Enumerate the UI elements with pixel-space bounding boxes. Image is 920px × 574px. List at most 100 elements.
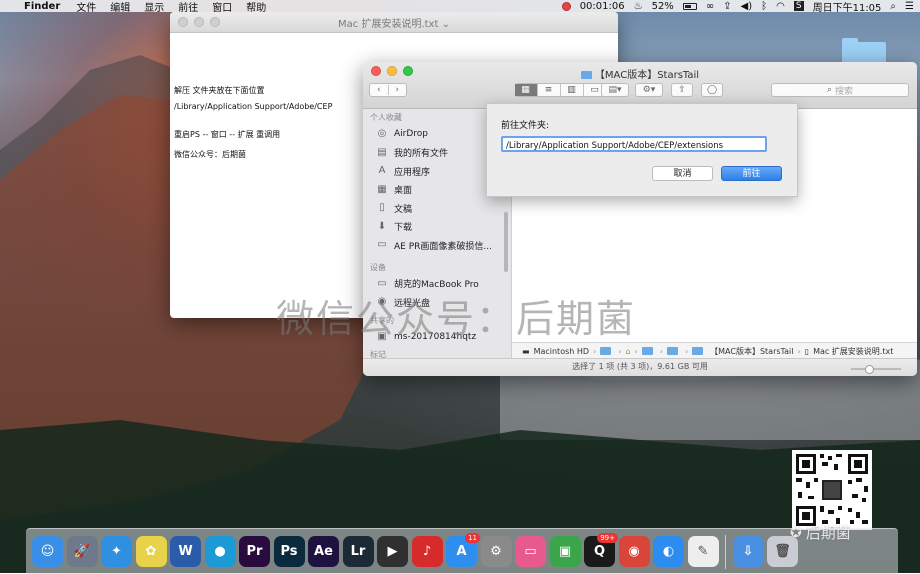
desktop-icon: ▦: [377, 183, 387, 195]
app-store-icon[interactable]: A 11: [446, 533, 480, 567]
tag-button[interactable]: ◯: [701, 83, 723, 97]
finder-icon[interactable]: ☺: [32, 536, 63, 567]
dock-glyph: ◐: [662, 544, 675, 559]
menu-window[interactable]: 窗口: [212, 0, 232, 14]
textedit-title: Mac 扩展安装说明.txt: [338, 18, 439, 30]
user-badge[interactable]: S: [793, 1, 804, 11]
bluetooth-icon[interactable]: ᛒ: [761, 1, 767, 12]
folder-icon: [692, 347, 704, 355]
arrange-icon: ▤▾: [608, 85, 622, 95]
creative-cloud-icon[interactable]: ∞: [706, 1, 714, 12]
menu-view[interactable]: 显示: [144, 0, 164, 14]
zoom-button[interactable]: [210, 17, 220, 27]
path-item[interactable]: 【MAC版本】StarsTail: [710, 346, 793, 357]
menu-help[interactable]: 帮助: [246, 0, 266, 14]
photos-icon[interactable]: ✿: [135, 536, 167, 567]
back-forward-control[interactable]: ‹ ›: [369, 83, 407, 97]
sidebar-item-documents[interactable]: ▯ 文稿: [363, 199, 511, 218]
dock-glyph: ◉: [628, 544, 640, 559]
status-bar: 选择了 1 项 (共 3 项)，9.61 GB 可用: [363, 358, 917, 376]
launchpad-icon[interactable]: 🚀: [66, 536, 98, 567]
dock-glyph: ✦: [111, 544, 122, 559]
dock-glyph: ▭: [524, 544, 537, 559]
icon-size-slider[interactable]: [851, 365, 901, 374]
screen-recorder-icon[interactable]: ●: [204, 536, 236, 567]
word-icon[interactable]: W: [170, 536, 201, 567]
close-button[interactable]: [178, 17, 188, 27]
arrange-button[interactable]: ▤▾: [601, 83, 629, 97]
search-field[interactable]: ⌕ 搜索: [771, 83, 909, 97]
record-icon[interactable]: [561, 1, 571, 11]
path-separator-icon: ›: [593, 346, 597, 356]
spotlight-icon[interactable]: ⌕: [890, 1, 896, 12]
final-cut-icon[interactable]: ▶: [377, 536, 408, 567]
notification-center-icon[interactable]: ☰: [905, 1, 914, 12]
icon-view-icon[interactable]: ▦: [514, 84, 538, 96]
facetime-icon[interactable]: ▣: [549, 536, 581, 567]
upload-icon[interactable]: ⇪: [723, 1, 731, 12]
dock-divider: [725, 534, 726, 569]
chrome-icon[interactable]: ◉: [618, 536, 650, 567]
menu-go[interactable]: 前往: [178, 0, 198, 14]
cancel-button[interactable]: 取消: [652, 166, 713, 181]
menu-edit[interactable]: 编辑: [110, 0, 130, 14]
battery-percent: 52%: [651, 0, 674, 12]
menubar-clock[interactable]: 周日下午11:05: [813, 0, 882, 14]
dock: ☺ 🚀 ✦ ✿ W ● Pr Ps Ae Lr ▶ ♪ A 11 ⚙ ▭ ▣ Q 99+ ◉ ◐ ✎ ⇩ 🗑: [26, 528, 898, 574]
gear-icon: ⚙▾: [642, 85, 656, 95]
after-effects-icon[interactable]: Ae: [308, 536, 339, 567]
textedit-titlebar[interactable]: Mac 扩展安装说明.txt ⌄: [170, 12, 618, 33]
video-chat-icon[interactable]: ◐: [653, 536, 684, 567]
downloads-icon: ⬇: [377, 220, 387, 232]
list-view-icon[interactable]: ≡: [538, 84, 561, 96]
menu-app-name[interactable]: Finder: [24, 1, 60, 12]
folder-icon[interactable]: [666, 347, 678, 355]
title-chevron-icon[interactable]: ⌄: [442, 19, 450, 30]
folder-icon[interactable]: [600, 347, 612, 355]
path-item[interactable]: Mac 扩展安装说明.txt: [813, 346, 893, 357]
folder-icon[interactable]: [641, 347, 653, 355]
premiere-icon[interactable]: Pr: [239, 536, 270, 567]
path-separator-icon: ›: [797, 346, 801, 356]
view-mode-control[interactable]: ▦ ≡ ▥ ▭: [514, 83, 605, 97]
dock-glyph: Pr: [246, 544, 263, 559]
notes-icon[interactable]: ✎: [687, 536, 719, 567]
downloads-stack-icon[interactable]: ⇩: [732, 536, 764, 567]
screen-sharing-icon[interactable]: ▭: [515, 536, 546, 567]
go-button[interactable]: 前往: [721, 166, 782, 181]
netease-music-icon[interactable]: ♪: [411, 536, 443, 567]
dock-glyph: 🗑: [774, 544, 791, 559]
home-icon[interactable]: ⌂: [625, 347, 630, 356]
goto-folder-input[interactable]: /Library/Application Support/Adobe/CEP/e…: [501, 136, 767, 152]
dock-glyph: ▣: [558, 544, 572, 559]
finder-toolbar[interactable]: 【MAC版本】StarsTail ‹ › ▦ ≡ ▥ ▭ ▤▾ ⚙▾ ⇧ ◯ ⌕…: [363, 62, 917, 109]
share-button[interactable]: ⇧: [671, 83, 693, 97]
qr-code-image: [792, 450, 872, 530]
safari-icon[interactable]: ✦: [101, 536, 132, 567]
lightroom-icon[interactable]: Lr: [342, 536, 374, 567]
sidebar-scrollbar[interactable]: [504, 212, 508, 272]
sidebar-item-downloads[interactable]: ⬇ 下载: [363, 218, 511, 237]
path-separator-icon: ›: [684, 346, 689, 356]
sidebar-item-folder[interactable]: ▭ AE PR画面像素破损信...: [363, 236, 511, 255]
bluetooth-app-icon[interactable]: ♨: [634, 1, 643, 12]
qq-icon[interactable]: Q 99+: [584, 533, 618, 567]
sidebar-item-label: AE PR画面像素破损信...: [394, 241, 492, 252]
column-view-icon[interactable]: ▥: [561, 84, 584, 96]
sidebar-item-label: 我的所有文件: [394, 149, 449, 160]
menu-file[interactable]: 文件: [76, 0, 96, 14]
photoshop-icon[interactable]: Ps: [273, 536, 305, 567]
system-preferences-icon[interactable]: ⚙: [480, 536, 512, 567]
minimize-button[interactable]: [194, 17, 204, 27]
action-button[interactable]: ⚙▾: [635, 83, 663, 97]
forward-arrow-icon[interactable]: ›: [389, 85, 407, 95]
dock-glyph: A: [456, 544, 467, 559]
wifi-icon[interactable]: ◠: [776, 1, 785, 12]
path-item[interactable]: Macintosh HD: [534, 347, 589, 356]
dock-glyph: 🚀: [73, 544, 91, 559]
menu-bar: Finder 文件 编辑 显示 前往 窗口 帮助 00:01:06 ♨ 52% …: [0, 0, 920, 14]
volume-icon[interactable]: ◀): [741, 1, 753, 12]
back-arrow-icon[interactable]: ‹: [370, 85, 389, 95]
trash-icon[interactable]: 🗑: [767, 536, 798, 567]
battery-icon[interactable]: [682, 2, 697, 10]
